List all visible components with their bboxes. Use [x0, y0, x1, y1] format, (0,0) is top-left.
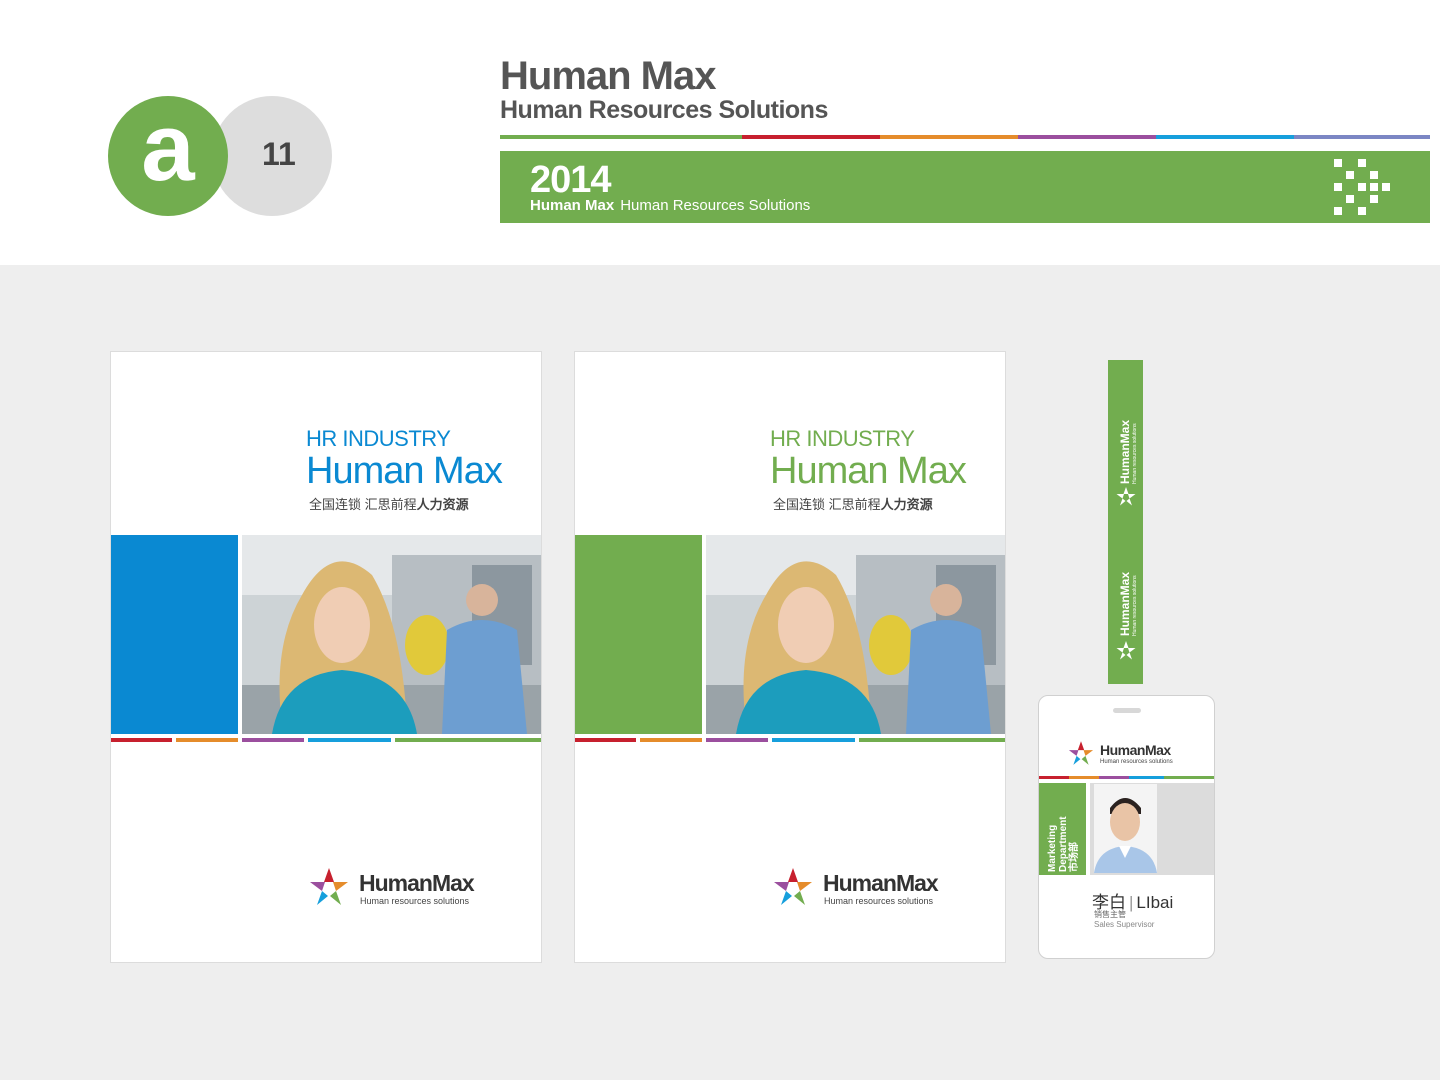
banner-year: 2014 [530, 159, 612, 201]
cover-heading: HR INDUSTRY [770, 426, 915, 451]
logo-tagline: Human resources solutions [824, 896, 934, 906]
page-number: 11 [262, 136, 296, 172]
humanmax-logo: HumanMax Human resources solutions [307, 866, 507, 912]
page-number-badge: 11 [212, 96, 332, 216]
cover-slogan: 全国连锁 汇思前程人力资源 [309, 497, 469, 512]
cover-color-block [111, 535, 238, 734]
badge-department: Marketing Department 市场部 [1047, 816, 1080, 872]
banner-text: Human Max Human Resources Solutions [530, 197, 810, 214]
double-chevron-icon [1334, 159, 1390, 215]
banner-brand: Human Max [530, 197, 615, 214]
star-logo-icon [1116, 487, 1136, 506]
header-panel: a 11 Human Max Human Resources Solutions… [0, 0, 1440, 265]
cover-photo [706, 535, 1005, 734]
badge-logo-tagline: Human resources solutions [1100, 759, 1173, 765]
employee-id-badge: HumanMax Human resources solutions Marke… [1038, 695, 1215, 959]
badge-slot [1113, 708, 1141, 713]
brochure-cover-green: HR INDUSTRY Human Max 全国连锁 汇思前程人力资源 Huma… [574, 351, 1006, 963]
cover-photo [242, 535, 541, 734]
badge-color-rule [1039, 776, 1214, 779]
brochure-cover-blue: HR INDUSTRY Human Max 全国连锁 汇思前程人力资源 Huma… [110, 351, 542, 963]
banner-tagline: Human Resources Solutions [620, 197, 811, 214]
cover-color-strip [575, 738, 1005, 742]
employee-title-cn: 销售主管 [1094, 910, 1126, 919]
brand-subtitle: Human Resources Solutions [500, 96, 828, 124]
badge-logo-wordmark: HumanMax [1100, 742, 1171, 758]
employee-photo [1094, 784, 1157, 873]
logo-wordmark: HumanMax [359, 870, 475, 896]
section-letter-badge: a [108, 96, 228, 216]
brand-title: Human Max [500, 54, 716, 98]
lanyard-tagline: Human resources solutions [1132, 423, 1138, 484]
logo-wordmark: HumanMax [823, 870, 939, 896]
lanyard-wordmark: HumanMax [1118, 571, 1132, 636]
star-logo-icon [310, 868, 348, 905]
color-rule [500, 135, 1430, 139]
cover-heading: HR INDUSTRY [306, 426, 451, 451]
cover-slogan: 全国连锁 汇思前程人力资源 [773, 497, 933, 512]
lanyard-wordmark: HumanMax [1118, 419, 1132, 484]
star-logo-icon [1116, 641, 1136, 660]
humanmax-logo: HumanMax Human resources solutions [771, 866, 971, 912]
logo-tagline: Human resources solutions [360, 896, 470, 906]
cover-color-strip [111, 738, 541, 742]
star-logo-icon [774, 868, 812, 905]
year-banner: 2014 Human Max Human Resources Solutions [500, 151, 1430, 223]
lanyard-tagline: Human resources solutions [1132, 575, 1138, 636]
star-logo-icon [1068, 741, 1094, 765]
employee-title-en: Sales Supervisor [1094, 920, 1155, 929]
lanyard-strap: HumanMax Human resources solutions Human… [1108, 360, 1143, 684]
cover-brand: Human Max [770, 450, 967, 492]
cover-brand: Human Max [306, 450, 503, 492]
cover-color-block [575, 535, 702, 734]
